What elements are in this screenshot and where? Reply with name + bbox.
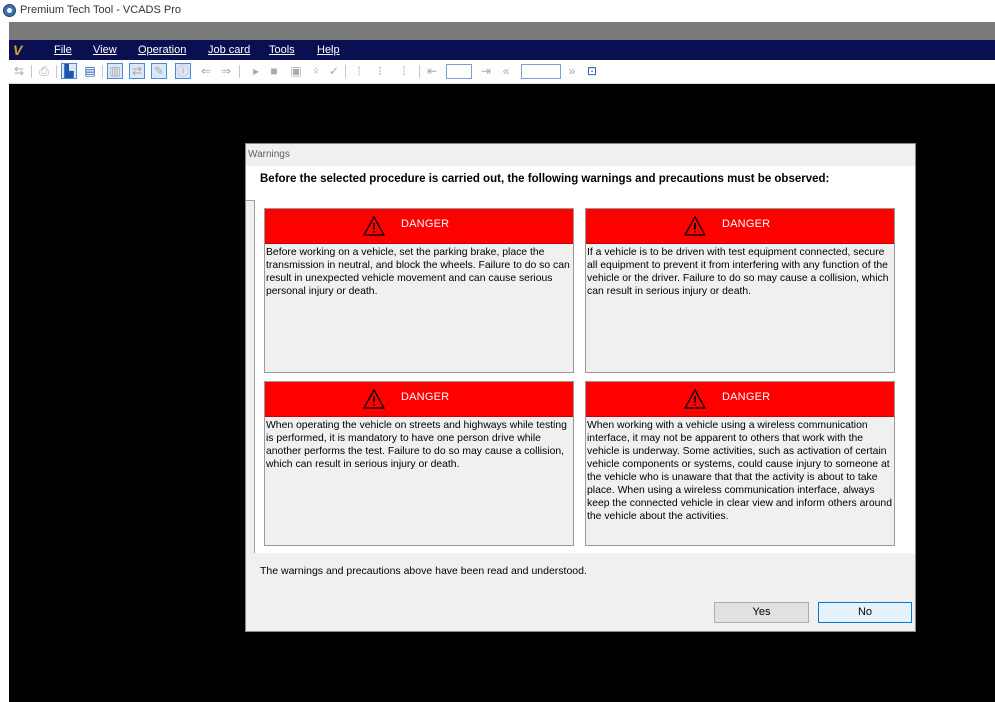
warning-triangle-icon	[363, 216, 385, 236]
toolbar: ⇆ ⎙ ▙ ▤ ▥ ⇄ ✎ ⓘ ⇐ ⇒ ▸ ■ ▣ ♀ ✓ ⁞ ⁝ ⁞ ⇤ ⇥ …	[9, 60, 995, 84]
warning-text: Before working on a vehicle, set the par…	[266, 247, 570, 297]
dialog-header-text: Before the selected procedure is carried…	[260, 173, 830, 185]
stop-icon[interactable]: ■	[267, 64, 281, 78]
balloon-icon[interactable]: ♀	[309, 64, 323, 78]
app-icon	[3, 4, 16, 17]
yes-button[interactable]: Yes	[714, 602, 809, 623]
export-icon[interactable]: ⊡	[585, 64, 599, 78]
vcads-logo: V	[13, 42, 23, 58]
next-icon[interactable]: ⇥	[479, 64, 493, 78]
menu-job-card[interactable]: Job card	[208, 44, 250, 56]
danger-banner: DANGER	[586, 209, 894, 244]
document-icon[interactable]: ▣	[289, 64, 303, 78]
toolbar-separator	[239, 65, 240, 78]
warning-box: DANGER When operating the vehicle on str…	[264, 381, 574, 546]
step-stop-icon[interactable]: ⁞	[397, 64, 411, 78]
check-icon[interactable]: ✓	[327, 64, 341, 78]
info-icon[interactable]: ⓘ	[175, 63, 191, 79]
warning-triangle-icon	[684, 216, 706, 236]
back-icon[interactable]: ⇐	[199, 64, 213, 78]
warning-box: DANGER When working with a vehicle using…	[585, 381, 895, 546]
danger-label: DANGER	[722, 218, 771, 230]
danger-label: DANGER	[401, 391, 450, 403]
menu-bar: V File View Operation Job card Tools Hel…	[9, 40, 995, 60]
chart-icon[interactable]: ▥	[107, 63, 123, 79]
dialog-header: Before the selected procedure is carried…	[246, 166, 915, 201]
toolbar-separator	[102, 65, 103, 78]
warning-triangle-icon	[684, 389, 706, 409]
dialog-title: Warnings	[248, 149, 290, 160]
window-title: Premium Tech Tool - VCADS Pro	[20, 4, 181, 16]
menu-operation[interactable]: Operation	[138, 44, 186, 56]
step-start-icon[interactable]: ⁞	[352, 64, 366, 78]
first-icon[interactable]: ⇤	[425, 64, 439, 78]
step-total-field[interactable]	[521, 64, 561, 79]
menu-file[interactable]: File	[54, 44, 72, 56]
last-icon[interactable]: »	[565, 64, 579, 78]
danger-label: DANGER	[401, 218, 450, 230]
card-icon[interactable]: ▤	[83, 64, 97, 78]
prev-icon[interactable]: «	[499, 64, 513, 78]
connect-icon[interactable]: ⇆	[12, 64, 26, 78]
step-pause-icon[interactable]: ⁝	[373, 64, 387, 78]
title-bar: Premium Tech Tool - VCADS Pro	[0, 0, 995, 22]
warning-text: When operating the vehicle on streets an…	[266, 420, 567, 470]
menu-tools[interactable]: Tools	[269, 44, 295, 56]
toolbar-separator	[31, 65, 32, 78]
pen-icon[interactable]: ✎	[151, 63, 167, 79]
step-number-field[interactable]	[446, 64, 472, 79]
toolbar-separator	[345, 65, 346, 78]
warning-triangle-icon	[363, 389, 385, 409]
tree-icon[interactable]: ▙	[61, 63, 77, 79]
danger-banner: DANGER	[265, 209, 573, 244]
warning-text: If a vehicle is to be driven with test e…	[587, 247, 889, 297]
warning-box: DANGER If a vehicle is to be driven with…	[585, 208, 895, 373]
warnings-panel: DANGER Before working on a vehicle, set …	[254, 200, 915, 553]
toolbar-separator	[56, 65, 57, 78]
no-button[interactable]: No	[818, 602, 912, 623]
danger-label: DANGER	[722, 391, 771, 403]
toolbar-separator	[419, 65, 420, 78]
danger-banner: DANGER	[265, 382, 573, 417]
menu-view[interactable]: View	[93, 44, 117, 56]
title-strip	[9, 22, 995, 40]
warning-text: When working with a vehicle using a wire…	[587, 420, 892, 522]
print-icon[interactable]: ⎙	[37, 64, 51, 78]
swap-icon[interactable]: ⇄	[129, 63, 145, 79]
play-icon[interactable]: ▸	[249, 64, 263, 78]
warning-box: DANGER Before working on a vehicle, set …	[264, 208, 574, 373]
warnings-dialog: Warnings Before the selected procedure i…	[245, 143, 916, 632]
danger-banner: DANGER	[586, 382, 894, 417]
forward-icon[interactable]: ⇒	[219, 64, 233, 78]
acknowledgement-text: The warnings and precautions above have …	[260, 565, 587, 577]
menu-help[interactable]: Help	[317, 44, 340, 56]
